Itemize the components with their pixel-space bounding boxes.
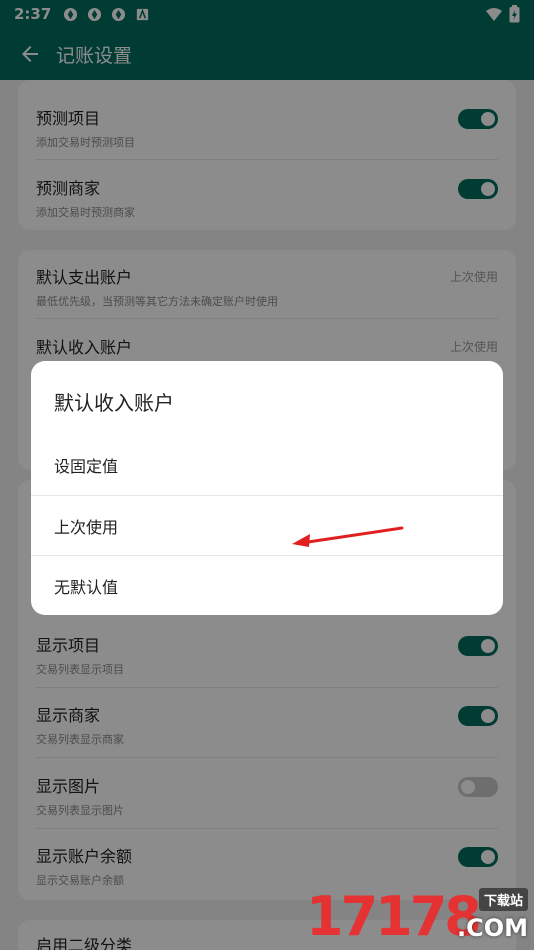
- option-last-used[interactable]: 上次使用: [31, 495, 503, 555]
- dialog-title: 默认收入账户: [54, 391, 174, 415]
- watermark-logo: 17178 下载站 .COM: [306, 885, 528, 948]
- option-set-fixed-value[interactable]: 设固定值: [31, 435, 503, 495]
- watermark-badge: 下载站: [478, 888, 528, 911]
- watermark-number: 17178: [306, 885, 482, 948]
- watermark-domain: .COM: [456, 914, 528, 942]
- default-income-account-dialog: 默认收入账户 设固定值 上次使用 无默认值: [31, 361, 503, 615]
- option-no-default[interactable]: 无默认值: [31, 555, 503, 615]
- annotation-arrow-icon: [292, 526, 404, 547]
